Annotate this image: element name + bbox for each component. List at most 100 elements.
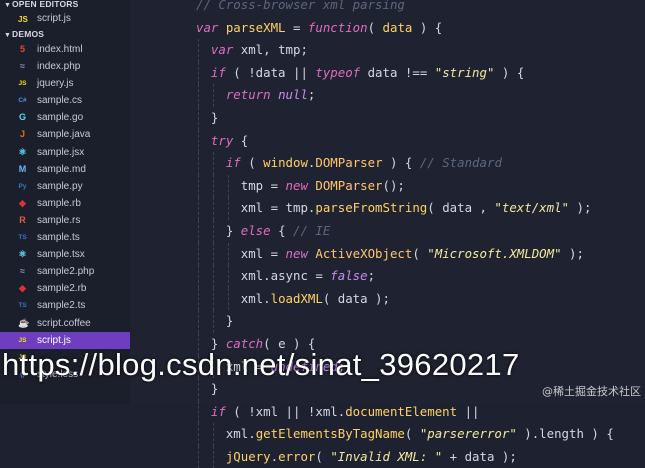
- file-item[interactable]: Rsample.rs: [0, 212, 130, 229]
- html5-icon: 5: [19, 44, 25, 54]
- code-token: error: [278, 448, 316, 464]
- code-token: tmp =: [240, 177, 286, 193]
- indent-guide: [212, 84, 214, 107]
- code-line[interactable]: if ( window.DOMParser ) { // Standard: [196, 152, 614, 175]
- code-token: if: [210, 64, 226, 80]
- file-item[interactable]: Py sample.py: [0, 178, 130, 195]
- file-item[interactable]: JS jquery.js: [0, 75, 130, 92]
- indent-guide: [227, 265, 229, 288]
- code-token: ||: [457, 403, 480, 419]
- indent-guide: [198, 174, 199, 198]
- code-line[interactable]: return null;: [196, 84, 614, 107]
- react-icon: ⚛: [18, 249, 27, 260]
- rust-icon: R: [19, 214, 26, 225]
- indent-guide: [198, 242, 199, 266]
- code-line[interactable]: }: [196, 106, 614, 130]
- code-token: else: [240, 222, 271, 238]
- code-editor[interactable]: // Cross-browser xml parsing var parseXML…: [130, 0, 645, 468]
- code-token: data: [382, 19, 413, 35]
- file-item[interactable]: ◆ sample2.rb: [0, 280, 130, 297]
- indent-guide: [198, 265, 199, 288]
- demos-folder-header[interactable]: ▼DEMOS: [0, 27, 130, 41]
- file-item[interactable]: 5 index.html: [0, 41, 130, 58]
- file-name: sample.cs: [37, 95, 83, 107]
- typescript-icon: TS: [18, 302, 27, 310]
- file-item[interactable]: C# sample.cs: [0, 92, 130, 109]
- code-token: false: [330, 268, 368, 284]
- file-item[interactable]: Gsample.go: [0, 109, 130, 126]
- file-item[interactable]: ⚛ sample.jsx: [0, 144, 130, 161]
- code-token: if: [225, 155, 241, 171]
- indent-guide: [212, 197, 214, 220]
- file-item[interactable]: Jsample.java: [0, 126, 130, 143]
- open-editor-item[interactable]: JS script.js: [0, 11, 130, 27]
- code-line[interactable]: if ( !data || typeof data !== "string" )…: [196, 61, 614, 85]
- code-token: var: [196, 19, 226, 35]
- code-line[interactable]: xml.loadXML( data );: [196, 287, 614, 311]
- file-item[interactable]: ≈ index.php: [0, 58, 130, 75]
- code-token: }: [210, 109, 219, 125]
- code-token: }: [210, 381, 219, 397]
- file-item[interactable]: TS sample.ts: [0, 229, 130, 246]
- code-token: (: [240, 155, 264, 171]
- file-item[interactable]: ☕ script.coffee: [0, 315, 130, 332]
- code-line[interactable]: jQuery.error( "Invalid XML: " + data );: [196, 445, 614, 468]
- code-token: ;: [307, 87, 316, 103]
- code-token: xml, tmp;: [240, 42, 308, 58]
- indent-guide: [198, 61, 199, 85]
- code-token: loadXML: [270, 290, 323, 306]
- code-line[interactable]: tmp = new DOMParser();: [196, 174, 614, 198]
- code-line[interactable]: }: [196, 310, 614, 333]
- code-token: "Invalid XML: ": [330, 448, 443, 464]
- file-item[interactable]: TS sample2.ts: [0, 297, 130, 314]
- code-token: {: [233, 132, 249, 148]
- code-line[interactable]: xml = tmp.parseFromString( data , "text/…: [196, 197, 614, 220]
- file-item[interactable]: ≈ sample2.php: [0, 263, 130, 280]
- code-token: "string": [434, 64, 495, 80]
- code-token: window: [263, 155, 308, 171]
- file-item[interactable]: ⚛ sample.tsx: [0, 246, 130, 263]
- code-token: data !==: [360, 64, 435, 80]
- code-token: ( !data ||: [225, 64, 316, 80]
- indent-guide: [227, 287, 229, 311]
- code-token: parseXML: [225, 19, 286, 35]
- file-name: index.php: [37, 61, 81, 73]
- code-token: (: [404, 426, 420, 442]
- code-line[interactable]: xml = new ActiveXObject( "Microsoft.XMLD…: [196, 242, 614, 266]
- code-line[interactable]: var parseXML = function( data ) {: [196, 17, 614, 40]
- code-line[interactable]: var xml, tmp;: [196, 39, 614, 62]
- indent-guide: [212, 287, 214, 311]
- file-name: sample.jsx: [37, 146, 85, 158]
- code-line[interactable]: // Cross-browser xml parsing: [196, 0, 614, 17]
- code-line[interactable]: } else { // IE: [196, 219, 614, 243]
- file-item[interactable]: Msample.md: [0, 161, 130, 178]
- indent-guide: [198, 219, 199, 243]
- code-token: ) {: [382, 155, 420, 171]
- code-line[interactable]: xml.async = false;: [196, 265, 614, 288]
- indent-guide: [212, 423, 214, 446]
- coffee-icon: ☕: [18, 317, 30, 328]
- code-line[interactable]: try {: [196, 129, 614, 153]
- file-list: 5 index.html ≈ index.php JS jquery.js C# sample…: [0, 41, 130, 383]
- code-line[interactable]: if ( !xml || !xml.documentElement ||: [196, 400, 614, 424]
- js-icon: JS: [18, 336, 27, 344]
- typescript-icon: TS: [18, 234, 27, 242]
- file-name: sample.py: [37, 180, 83, 192]
- code-token: ( data ,: [427, 200, 495, 216]
- indent-guide: [198, 400, 199, 424]
- file-item[interactable]: ◆ sample.rb: [0, 195, 130, 212]
- code-token: (: [315, 448, 331, 464]
- open-editors-header[interactable]: ▼OPEN EDITORS: [0, 0, 130, 11]
- file-name: sample2.rb: [37, 283, 87, 295]
- watermark-url: https://blog.csdn.net/sinat_39620217: [2, 347, 520, 382]
- code-token: xml = tmp.: [240, 200, 316, 216]
- indent-guide: [212, 242, 214, 266]
- code-line[interactable]: xml.getElementsByTagName( "parsererror" …: [196, 423, 614, 446]
